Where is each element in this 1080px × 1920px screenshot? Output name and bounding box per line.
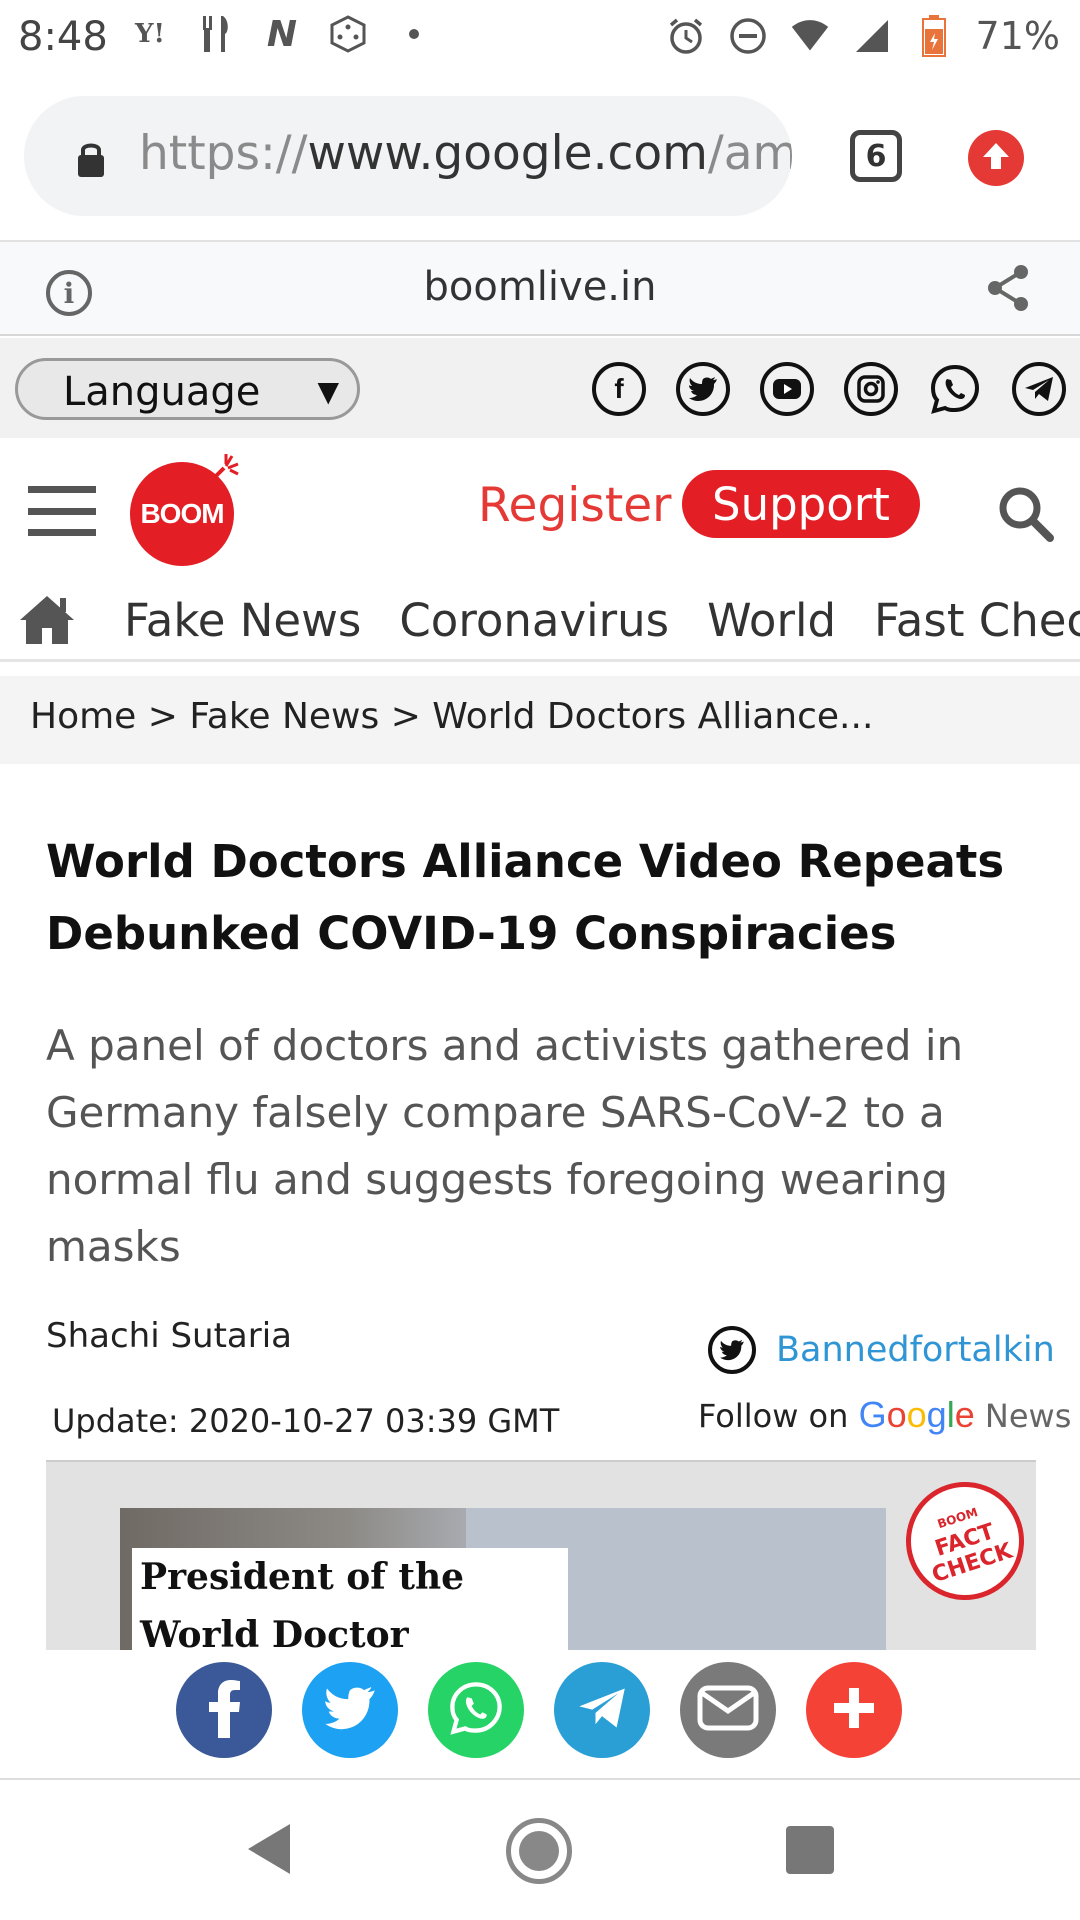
whatsapp-share-button[interactable]	[428, 1662, 524, 1758]
telegram-icon[interactable]	[1012, 362, 1066, 416]
fact-check-stamp: BOOM FACT CHECK	[890, 1466, 1036, 1616]
twitter-share-button[interactable]	[302, 1662, 398, 1758]
logo-spark-icon	[210, 452, 240, 482]
article-author[interactable]: Shachi Sutaria	[46, 1316, 292, 1356]
status-bar: 8:48 Y! N 71%	[0, 0, 1080, 78]
yahoo-icon: Y!	[135, 19, 165, 49]
article-title: World Doctors Alliance Video Repeats Deb…	[46, 835, 1005, 960]
site-info-bar: i boomlive.in	[0, 240, 1080, 336]
breadcrumb-text[interactable]: Home > Fake News > World Doctors Allianc…	[30, 696, 873, 737]
arrow-up-icon	[980, 140, 1012, 176]
author-twitter[interactable]: Bannedfortalkin	[708, 1326, 1055, 1374]
nav-item-fast-check[interactable]: Fast Check	[874, 594, 1080, 647]
url-scheme: https://	[139, 126, 308, 181]
home-button-icon[interactable]	[506, 1818, 572, 1884]
news-label: News	[984, 1397, 1072, 1435]
plus-icon	[832, 1686, 876, 1734]
alarm-icon	[666, 16, 706, 56]
article-summary: A panel of doctors and activists gathere…	[46, 1021, 964, 1271]
recents-icon[interactable]	[786, 1826, 834, 1874]
url-host: www.google.com	[307, 126, 708, 181]
update-timestamp: Update: 2020-10-27 03:39 GMT	[52, 1402, 560, 1440]
twitter-handle: Bannedfortalkin	[776, 1330, 1055, 1370]
logo-text: BOOM	[140, 498, 224, 529]
restaurant-icon	[196, 14, 236, 54]
follow-on-label: Follow on	[698, 1397, 849, 1435]
twitter-icon[interactable]	[676, 362, 730, 416]
whatsapp-icon[interactable]	[928, 362, 982, 416]
image-caption-box: President of the World Doctor Alliance s…	[132, 1548, 568, 1650]
share-buttons	[176, 1662, 902, 1758]
language-social-bar: Language ▼ f	[0, 338, 1080, 438]
whatsapp-icon	[447, 1679, 505, 1741]
google-logo-icon: Google	[858, 1394, 975, 1435]
nav-item-world[interactable]: World	[707, 594, 836, 647]
twitter-icon	[323, 1685, 377, 1735]
register-link[interactable]: Register	[478, 478, 672, 533]
image-caption: President of the World Doctor Alliance s…	[140, 1556, 465, 1650]
system-icons: 71%	[666, 14, 1060, 58]
tab-switcher-button[interactable]: 6	[850, 130, 902, 182]
twitter-icon	[708, 1326, 756, 1374]
search-icon[interactable]	[996, 484, 1056, 548]
instagram-icon[interactable]	[844, 362, 898, 416]
back-icon[interactable]	[246, 1822, 292, 1880]
url-text: https://www.google.com/amp	[139, 126, 792, 181]
android-nav-bar	[0, 1782, 1080, 1920]
dice-icon	[328, 14, 368, 54]
breadcrumb: Home > Fake News > World Doctors Allianc…	[0, 676, 1080, 764]
category-nav: Fake News Coronavirus World Fast Check	[0, 586, 1080, 662]
battery-icon	[914, 15, 954, 57]
dot-icon	[394, 14, 434, 54]
update-button[interactable]	[968, 130, 1024, 186]
share-bar	[0, 1650, 1080, 1780]
lock-icon	[76, 140, 106, 182]
site-domain: boomlive.in	[423, 264, 657, 310]
telegram-share-button[interactable]	[554, 1662, 650, 1758]
wifi-icon	[790, 16, 830, 56]
email-share-button[interactable]	[680, 1662, 776, 1758]
nav-item-coronavirus[interactable]: Coronavirus	[399, 594, 669, 647]
url-bar[interactable]: https://www.google.com/amp	[24, 96, 792, 216]
support-button[interactable]: Support	[682, 470, 920, 538]
language-select[interactable]: Language ▼	[15, 358, 360, 420]
url-path: /amp	[707, 126, 792, 181]
language-label: Language	[63, 369, 261, 415]
telegram-icon	[576, 1685, 628, 1735]
youtube-icon[interactable]	[760, 362, 814, 416]
notification-icons: Y! N	[130, 13, 434, 55]
n-icon: N	[266, 13, 298, 55]
nav-items: Fake News Coronavirus World Fast Check	[124, 594, 1080, 647]
facebook-icon	[204, 1678, 244, 1742]
email-icon	[697, 1685, 759, 1735]
social-links: f	[592, 362, 1066, 416]
more-share-button[interactable]	[806, 1662, 902, 1758]
caret-down-icon: ▼	[317, 375, 339, 408]
signal-icon	[852, 16, 892, 56]
site-header: BOOM Register Support	[0, 440, 1080, 586]
battery-percent: 71%	[975, 14, 1060, 58]
article-image[interactable]: President of the World Doctor Alliance s…	[46, 1460, 1036, 1650]
menu-icon[interactable]	[28, 486, 96, 536]
home-icon[interactable]	[16, 592, 78, 652]
facebook-share-button[interactable]	[176, 1662, 272, 1758]
google-news-follow[interactable]: Follow on Google News	[698, 1394, 1071, 1436]
nav-item-fake-news[interactable]: Fake News	[124, 594, 361, 647]
facebook-icon[interactable]: f	[592, 362, 646, 416]
browser-toolbar: https://www.google.com/amp 6	[0, 78, 1080, 238]
status-time: 8:48	[18, 14, 108, 60]
dnd-icon	[728, 16, 768, 56]
share-icon[interactable]	[985, 264, 1031, 316]
